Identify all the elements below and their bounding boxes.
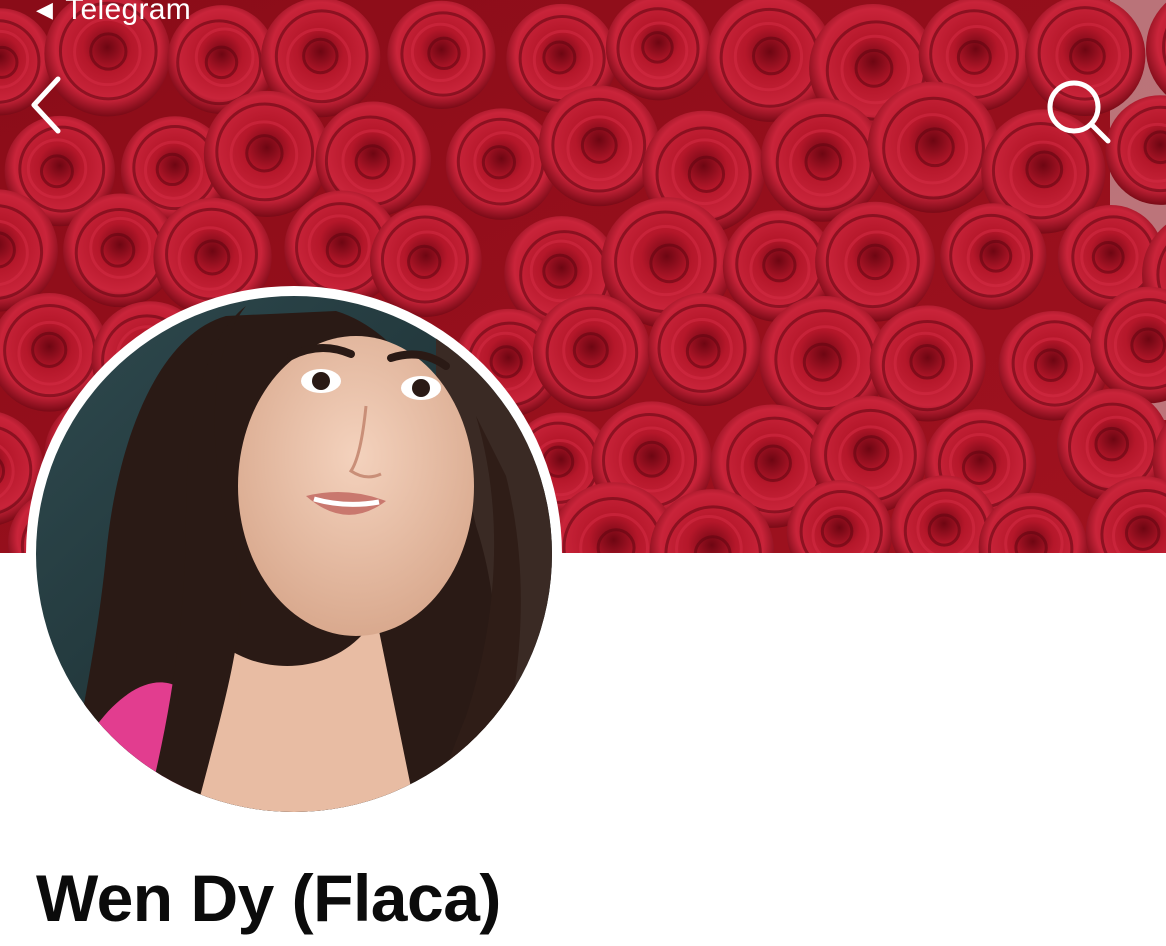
- profile-avatar[interactable]: [26, 286, 562, 822]
- back-app-label: Telegram: [65, 0, 192, 26]
- search-icon: [1047, 80, 1111, 144]
- search-button[interactable]: [1042, 75, 1122, 155]
- back-triangle-icon: ◀: [36, 0, 54, 22]
- profile-name: Wen Dy (Flaca): [36, 861, 501, 935]
- avatar-photo: [36, 296, 552, 812]
- back-to-app-link[interactable]: ◀ Telegram: [36, 0, 191, 28]
- profile-page: ◀ Telegram Wen Dy (Flaca): [0, 0, 1166, 946]
- chevron-left-icon: [31, 76, 61, 134]
- back-button[interactable]: [28, 75, 108, 155]
